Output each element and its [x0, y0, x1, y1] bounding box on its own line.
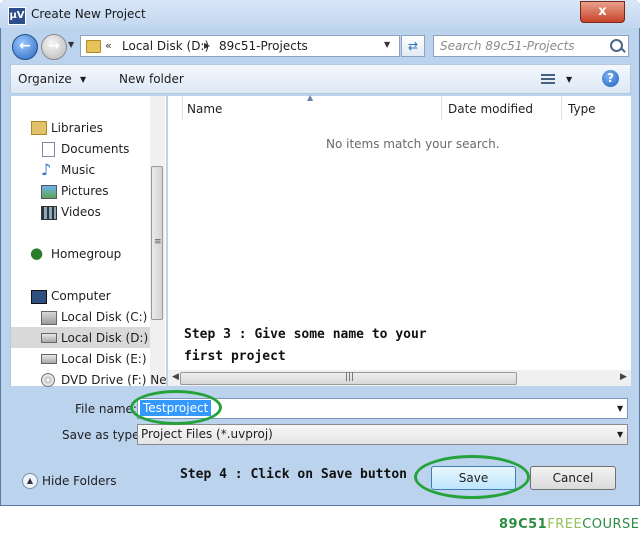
column-header-name[interactable]: Name: [187, 102, 222, 116]
organize-dropdown-icon[interactable]: ▼: [80, 75, 86, 84]
address-overflow-icon[interactable]: «: [105, 39, 112, 52]
search-input[interactable]: Search 89c51-Projects: [433, 35, 629, 57]
drive-d-icon: [41, 333, 57, 343]
title-bar[interactable]: µV Create New Project x: [0, 0, 640, 28]
nav-music[interactable]: Music: [61, 163, 95, 177]
watermark: 89C51FREECOURSE: [499, 517, 640, 532]
save-as-type-label: Save as type:: [62, 428, 144, 442]
save-as-type-value: Project Files (*.uvproj): [141, 427, 273, 441]
documents-icon: [42, 142, 55, 157]
nav-videos[interactable]: Videos: [61, 205, 101, 219]
search-icon-handle: [620, 47, 626, 53]
nav-computer[interactable]: Computer: [51, 289, 111, 303]
file-name-dropdown-icon[interactable]: ▼: [617, 404, 623, 413]
homegroup-icon: ●: [30, 244, 44, 262]
column-header-type[interactable]: Type: [568, 102, 596, 116]
new-folder-button[interactable]: New folder: [119, 72, 184, 86]
empty-list-message: No items match your search.: [326, 137, 500, 151]
breadcrumb-separator-icon[interactable]: ▸: [204, 38, 210, 52]
drive-e-icon: [41, 354, 57, 364]
step4-annotation: Step 4 : Click on Save button: [180, 467, 407, 482]
nav-pictures[interactable]: Pictures: [61, 184, 109, 198]
column-header-date-modified[interactable]: Date modified: [448, 102, 533, 116]
nav-local-disk-d[interactable]: Local Disk (D:): [61, 331, 148, 345]
pictures-icon: [41, 185, 57, 199]
view-options-dropdown-icon[interactable]: ▼: [566, 75, 572, 84]
app-icon: µV: [8, 7, 26, 25]
help-icon[interactable]: ?: [602, 70, 619, 87]
watermark-part1: 89C51: [499, 517, 548, 532]
window-title: Create New Project: [31, 7, 146, 21]
nav-local-disk-c[interactable]: Local Disk (C:): [61, 310, 147, 324]
sort-ascending-icon: ▲: [307, 93, 314, 102]
recent-pages-dropdown-icon[interactable]: ▼: [68, 40, 74, 49]
nav-local-disk-e[interactable]: Local Disk (E:): [61, 352, 147, 366]
cancel-button[interactable]: Cancel: [530, 466, 616, 490]
file-name-highlight-ring: [130, 390, 222, 425]
breadcrumb-89c51-projects[interactable]: 89c51-Projects: [219, 39, 308, 53]
change-view-icon[interactable]: [541, 74, 555, 84]
videos-icon: [41, 206, 57, 220]
watermark-part2: FREE: [547, 517, 583, 532]
drive-c-icon: [41, 311, 57, 325]
folder-icon: [86, 40, 101, 53]
file-name-label: File name:: [75, 402, 137, 416]
dvd-drive-icon: [41, 373, 55, 387]
save-button-highlight-ring: [414, 455, 530, 499]
search-placeholder: Search 89c51-Projects: [440, 39, 575, 53]
back-arrow-icon[interactable]: ←: [12, 34, 38, 60]
watermark-part3: COURSE: [582, 517, 640, 532]
refresh-icon[interactable]: ⇄: [401, 35, 425, 57]
breadcrumb-local-disk-d[interactable]: Local Disk (D:): [122, 39, 209, 53]
step3-annotation-line2: first project: [184, 349, 286, 364]
scroll-left-icon[interactable]: ◀: [172, 372, 179, 382]
column-divider[interactable]: [441, 96, 442, 120]
step3-annotation-line1: Step 3 : Give some name to your: [184, 327, 427, 342]
libraries-icon: [31, 121, 47, 135]
address-bar[interactable]: « Local Disk (D:) ▸ 89c51-Projects ▼: [80, 35, 400, 57]
nav-homegroup[interactable]: Homegroup: [51, 247, 121, 261]
address-dropdown-icon[interactable]: ▼: [384, 40, 390, 49]
save-as-type-dropdown-icon[interactable]: ▼: [617, 430, 623, 439]
nav-libraries[interactable]: Libraries: [51, 121, 103, 135]
organize-button[interactable]: Organize: [18, 72, 72, 86]
command-bar: [10, 64, 631, 94]
close-button[interactable]: x: [580, 1, 625, 23]
scrollbar-grip-icon: |||: [345, 372, 355, 382]
computer-icon: [31, 290, 47, 304]
scroll-right-icon[interactable]: ▶: [620, 372, 627, 382]
save-as-type-select[interactable]: Project Files (*.uvproj) ▼: [137, 424, 628, 445]
forward-arrow-icon[interactable]: →: [41, 34, 67, 60]
nav-documents[interactable]: Documents: [61, 142, 129, 156]
column-divider[interactable]: [182, 96, 183, 120]
scrollbar-grip-icon: ≡: [154, 237, 162, 247]
column-divider[interactable]: [561, 96, 562, 120]
nav-dvd-drive[interactable]: DVD Drive (F:) Ne: [61, 373, 167, 387]
music-icon: ♪: [41, 160, 52, 179]
hide-folders-icon[interactable]: ▲: [22, 473, 38, 489]
hide-folders-button[interactable]: Hide Folders: [42, 474, 117, 488]
